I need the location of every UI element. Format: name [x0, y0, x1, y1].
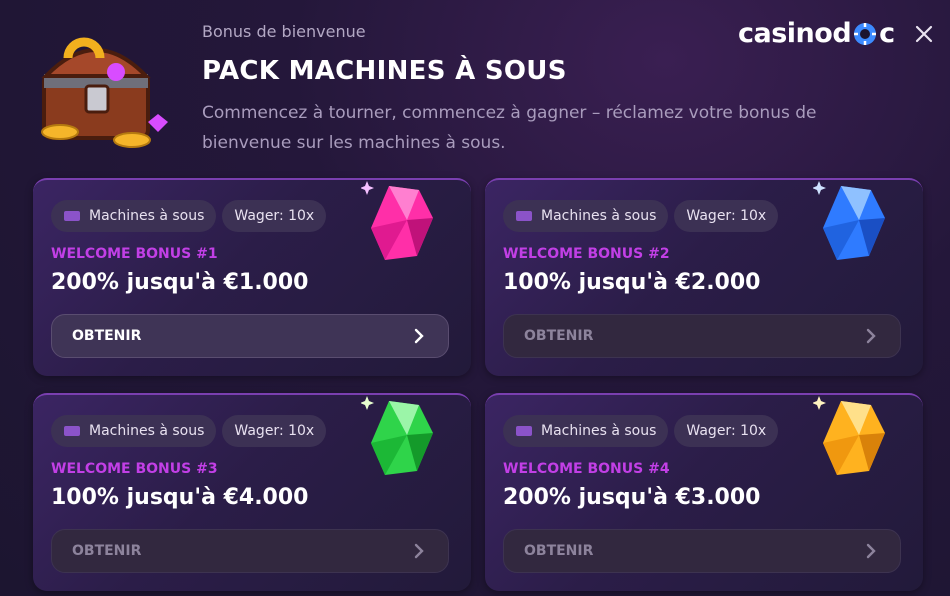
wager-tag: Wager: 10x [222, 200, 327, 232]
chevron-right-icon [414, 543, 424, 559]
chevron-right-icon [866, 543, 876, 559]
category-tag: Machines à sous [51, 200, 217, 232]
chevron-right-icon [414, 328, 424, 344]
treasure-chest-icon [41, 37, 168, 148]
category-tag: Machines à sous [503, 415, 669, 447]
bonus-card-4: Machines à sous Wager: 10x WELCOME BONUS… [485, 393, 923, 591]
wager-tag: Wager: 10x [222, 415, 327, 447]
header-description: Commencez à tourner, commencez à gagner … [202, 103, 817, 153]
bonus-amount: 200% jusqu'à €1.000 [51, 270, 309, 295]
casinodoc-logo: casinod c [738, 18, 895, 49]
welcome-header: Bonus de bienvenue PACK MACHINES À SOUS … [0, 0, 950, 170]
bonus-card-1: Machines à sous Wager: 10x WELCOME BONUS… [33, 178, 471, 376]
claim-button-label: OBTENIR [524, 328, 594, 344]
claim-button[interactable]: OBTENIR [51, 529, 449, 573]
bonus-label: WELCOME BONUS #1 [51, 246, 218, 262]
logo-text-left: casinod [738, 18, 852, 49]
bonus-label: WELCOME BONUS #3 [51, 461, 218, 477]
bonus-label: WELCOME BONUS #2 [503, 246, 670, 262]
bonus-card-3: Machines à sous Wager: 10x WELCOME BONUS… [33, 393, 471, 591]
category-tag: Machines à sous [503, 200, 669, 232]
green-gem-icon [361, 396, 433, 475]
page-title: PACK MACHINES À SOUS [202, 56, 567, 86]
bonus-amount: 200% jusqu'à €3.000 [503, 485, 761, 510]
slot-machine-icon [64, 426, 80, 436]
wager-tag: Wager: 10x [674, 415, 779, 447]
slot-machine-icon [516, 426, 532, 436]
slot-machine-icon [64, 211, 80, 221]
claim-button[interactable]: OBTENIR [51, 314, 449, 358]
chevron-right-icon [866, 328, 876, 344]
claim-button-label: OBTENIR [72, 328, 142, 344]
pink-gem-icon [361, 181, 433, 260]
claim-button[interactable]: OBTENIR [503, 314, 901, 358]
blue-gem-icon [813, 181, 885, 260]
bonus-card-2: Machines à sous Wager: 10x WELCOME BONUS… [485, 178, 923, 376]
bonus-label: WELCOME BONUS #4 [503, 461, 670, 477]
bonus-amount: 100% jusqu'à €2.000 [503, 270, 761, 295]
bonus-amount: 100% jusqu'à €4.000 [51, 485, 309, 510]
chip-logo-icon [854, 22, 877, 45]
orange-gem-icon [813, 396, 885, 475]
header-subtitle: Bonus de bienvenue [202, 22, 366, 41]
claim-button-label: OBTENIR [72, 543, 142, 559]
close-icon[interactable] [912, 22, 936, 46]
wager-tag: Wager: 10x [674, 200, 779, 232]
slot-machine-icon [516, 211, 532, 221]
claim-button-label: OBTENIR [524, 543, 594, 559]
claim-button[interactable]: OBTENIR [503, 529, 901, 573]
category-tag: Machines à sous [51, 415, 217, 447]
logo-text-right: c [879, 18, 895, 49]
